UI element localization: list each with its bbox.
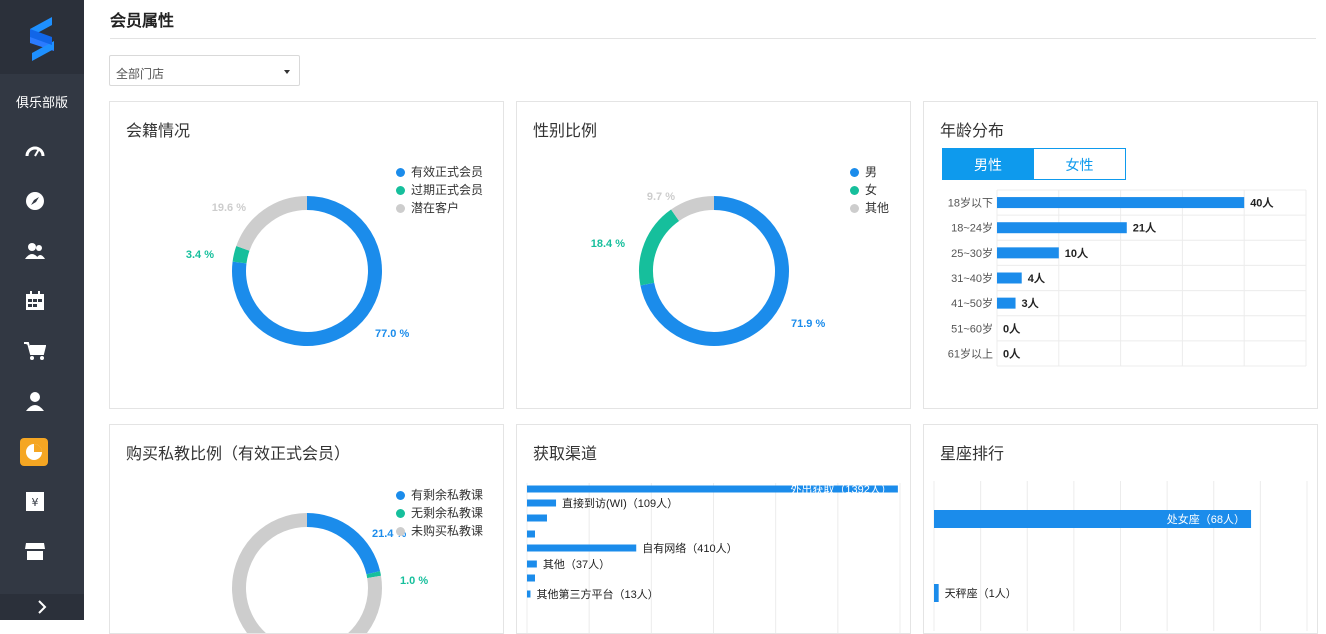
private-coach-legend: 有剩余私教课 无剩余私教课 未购买私教课 bbox=[396, 486, 483, 540]
bar[interactable] bbox=[527, 590, 531, 598]
page-title: 会员属性 bbox=[110, 13, 175, 30]
slice-label: 9.7 % bbox=[647, 191, 675, 203]
channel-bar-chart: 外出获取（1392人） 直接到访(WI)（109人） 自有网络（410人） 其他（37… bbox=[526, 482, 901, 633]
calendar-icon[interactable] bbox=[22, 288, 48, 314]
slice-label: 19.6 % bbox=[212, 202, 246, 214]
gender-donut-chart: 71.9 % 18.4 % 9.7 % bbox=[591, 191, 825, 346]
value-label: 直接到访(WI)（109人） bbox=[562, 496, 678, 510]
bar[interactable] bbox=[997, 272, 1022, 284]
bar[interactable] bbox=[997, 297, 1016, 309]
legend-item[interactable]: 未购买私教课 bbox=[396, 522, 483, 540]
legend-dot bbox=[396, 508, 405, 518]
value-label: 21人 bbox=[1133, 221, 1157, 235]
value-label: 4人 bbox=[1028, 271, 1046, 285]
slice-label: 77.0 % bbox=[375, 328, 409, 340]
legend-dot bbox=[396, 490, 405, 500]
channel-panel: 获取渠道 外出获取（1392人） 直接到访(WI)（109人） 自有网络（410人）… bbox=[516, 424, 911, 634]
value-label: 处女座（68人） bbox=[1167, 512, 1245, 526]
bar[interactable] bbox=[527, 530, 535, 538]
bar[interactable] bbox=[997, 222, 1127, 234]
private-coach-panel: 购买私教比例（有效正式会员） 21.4 % 1.0 % 有剩余私教课 无剩余私教课… bbox=[109, 424, 504, 634]
bar[interactable] bbox=[527, 514, 547, 522]
cart-icon[interactable] bbox=[22, 338, 48, 364]
value-label: 0人 bbox=[1003, 321, 1021, 335]
store-select-value: 全部门店 bbox=[116, 67, 165, 81]
store-icon[interactable] bbox=[22, 538, 48, 564]
legend-item[interactable]: 有剩余私教课 bbox=[396, 486, 483, 504]
slice-label: 3.4 % bbox=[186, 249, 214, 261]
bar[interactable] bbox=[527, 560, 537, 568]
value-label: 0人 bbox=[1003, 346, 1021, 360]
category-label: 18岁以下 bbox=[948, 196, 993, 210]
legend-item[interactable]: 无剩余私教课 bbox=[396, 504, 483, 522]
age-panel: 年龄分布 男性 女性 18岁以下 40人 18~24岁 21人 25~30岁 10人 31~… bbox=[923, 101, 1318, 409]
donut-slice[interactable] bbox=[639, 209, 680, 286]
category-label: 51~60岁 bbox=[951, 321, 993, 335]
bar[interactable] bbox=[997, 197, 1245, 209]
donut-slice[interactable] bbox=[232, 246, 250, 264]
chevron-right-icon bbox=[38, 600, 47, 614]
value-label: 40人 bbox=[1250, 196, 1274, 210]
members-icon[interactable] bbox=[22, 238, 48, 264]
bar[interactable] bbox=[934, 584, 939, 602]
sidebar: 俱乐部版 ¥ bbox=[0, 0, 84, 620]
category-label: 25~30岁 bbox=[951, 246, 993, 260]
pie-chart-icon[interactable] bbox=[20, 438, 48, 466]
zodiac-bar-chart: 处女座（68人） 天秤座（1人） bbox=[933, 481, 1308, 631]
value-label: 其他第三方平台（13人） bbox=[536, 587, 658, 601]
legend-dot bbox=[396, 526, 405, 536]
donut-slice[interactable] bbox=[236, 196, 308, 251]
age-bar-chart: 18岁以下 40人 18~24岁 21人 25~30岁 10人 31~40岁 4人 41~50岁… bbox=[948, 189, 1307, 367]
category-label: 41~50岁 bbox=[951, 296, 993, 310]
user-icon[interactable] bbox=[22, 388, 48, 414]
caret-down-icon bbox=[284, 70, 290, 74]
value-label: 天秤座（1人） bbox=[945, 586, 1017, 600]
bar[interactable] bbox=[527, 574, 535, 582]
divider bbox=[110, 38, 1316, 39]
store-select[interactable]: 全部门店 bbox=[109, 55, 300, 86]
value-label: 外出获取（1392人） bbox=[790, 482, 891, 496]
yen-icon[interactable]: ¥ bbox=[22, 488, 48, 514]
svg-text:¥: ¥ bbox=[32, 496, 39, 509]
bar[interactable] bbox=[527, 544, 637, 552]
category-label: 31~40岁 bbox=[951, 271, 993, 285]
category-label: 61岁以上 bbox=[948, 346, 993, 360]
logo[interactable] bbox=[0, 0, 84, 74]
category-label: 18~24岁 bbox=[951, 221, 993, 235]
value-label: 自有网络（410人） bbox=[642, 541, 737, 555]
logo-icon bbox=[30, 17, 54, 61]
value-label: 10人 bbox=[1065, 246, 1089, 260]
dashboard-icon[interactable] bbox=[22, 138, 48, 164]
slice-label: 1.0 % bbox=[400, 575, 428, 587]
slice-label: 71.9 % bbox=[791, 318, 825, 330]
slice-label: 18.4 % bbox=[591, 238, 625, 250]
zodiac-panel: 星座排行 处女座（68人） 天秤座（1人） bbox=[923, 424, 1318, 634]
gender-panel: 性别比例 男 女 其他 71.9 % 18.4 % 9.7 % bbox=[516, 101, 911, 409]
bar[interactable] bbox=[527, 499, 557, 507]
collapse-button[interactable] bbox=[0, 594, 84, 620]
donut-slice[interactable] bbox=[366, 571, 382, 579]
value-label: 其他（37人） bbox=[543, 558, 610, 571]
edition-label: 俱乐部版 bbox=[15, 95, 68, 110]
donut-slice[interactable] bbox=[306, 513, 381, 575]
value-label: 3人 bbox=[1022, 296, 1040, 310]
donut-slice[interactable] bbox=[671, 196, 715, 222]
membership-donut-chart: 77.0 % 3.4 % 19.6 % bbox=[186, 196, 409, 346]
compass-icon[interactable] bbox=[22, 188, 48, 214]
bar[interactable] bbox=[997, 247, 1059, 259]
membership-panel: 会籍情况 有效正式会员 过期正式会员 潜在客户 77.0 % 3.4 % 19.6 … bbox=[109, 101, 504, 409]
